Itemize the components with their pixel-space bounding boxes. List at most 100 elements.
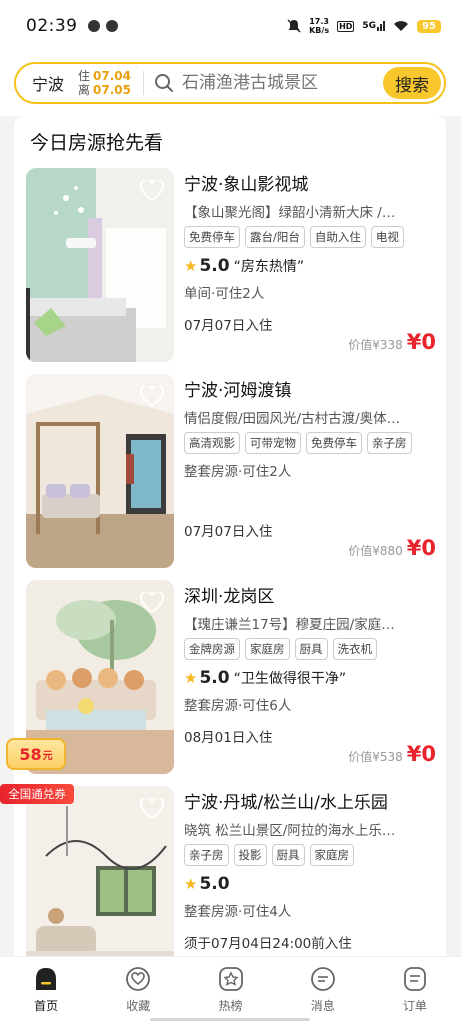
listing-tag: 高清观影 — [184, 432, 240, 454]
listing-title: 宁波·象山影视城 — [184, 175, 309, 195]
listing-photo[interactable] — [26, 168, 174, 362]
status-notification-icons — [87, 20, 118, 32]
coupon-badge[interactable]: 58 元 — [6, 738, 66, 770]
current-price: ¥0 — [406, 742, 436, 766]
tab-hot-list[interactable]: 热榜 — [184, 957, 276, 1024]
listing-info: 深圳·龙岗区 【瑰庄谦兰17号】穆夏庄园/家庭… 金牌房源 家庭房 厨具 洗衣机… — [184, 580, 436, 774]
listing-type: 整套房源·可住4人 — [184, 904, 292, 920]
listing-rating: ★ 5.0 — [184, 874, 436, 894]
rating-score: 5.0 — [199, 256, 230, 276]
rating-score: 5.0 — [199, 874, 230, 894]
home-icon — [36, 968, 57, 990]
checkin-date: 07.04 — [93, 69, 131, 83]
listing-title: 宁波·丹城/松兰山/水上乐园 — [184, 793, 388, 813]
listing-price: 价值¥538 ¥0 — [348, 742, 436, 766]
home-indicator[interactable] — [150, 1018, 310, 1021]
listing-info: 宁波·象山影视城 【象山聚光阁】绿韶小清新大床 /… 免费停车 露台/阳台 自助… — [184, 168, 436, 362]
listing-tag: 免费停车 — [306, 432, 362, 454]
star-icon: ★ — [184, 669, 198, 687]
tab-messages[interactable]: 消息 — [277, 957, 369, 1024]
current-price: ¥0 — [406, 536, 436, 560]
search-bar: 宁波 住07.04 离07.05 搜索 — [14, 62, 446, 104]
favorite-heart-icon[interactable] — [140, 592, 164, 614]
star-icon: ★ — [184, 875, 198, 893]
listing-tag: 金牌房源 — [184, 638, 240, 660]
listing-info: 宁波·丹城/松兰山/水上乐园 晓筑 松兰山景区/阿拉的海水上乐… 亲子房 投影 … — [184, 786, 436, 956]
coupon-unit: 元 — [42, 750, 53, 762]
tab-label: 收藏 — [126, 999, 151, 1013]
listing-tag: 亲子房 — [184, 844, 229, 866]
checkin-date: 07月07日入住 — [184, 318, 273, 334]
coupon-label[interactable]: 全国通兑券 — [0, 784, 74, 804]
listing-tag: 厨具 — [271, 844, 305, 866]
date-selector[interactable]: 住 07.04 离 07.05 — [78, 69, 131, 97]
search-button[interactable]: 搜索 — [383, 67, 441, 99]
chat-notification-icon — [105, 20, 118, 32]
search-divider — [143, 71, 144, 95]
listing-photo[interactable] — [26, 786, 174, 956]
tab-label: 消息 — [310, 999, 335, 1013]
favorite-heart-icon[interactable] — [140, 180, 164, 202]
battery-indicator: 95 — [417, 19, 441, 33]
city-selector[interactable]: 宁波 — [32, 71, 64, 95]
mute-icon — [287, 19, 301, 33]
listing-tag: 厨具 — [294, 638, 328, 660]
listing-card[interactable]: 宁波·丹城/松兰山/水上乐园 晓筑 松兰山景区/阿拉的海水上乐… 亲子房 投影 … — [26, 786, 436, 956]
signal-5g-icon: 5G — [362, 21, 386, 31]
listing-info: 宁波·河姆渡镇 情侣度假/田园风光/古村古渡/奥体… 高清观影 可带宠物 免费停… — [184, 374, 436, 568]
current-price: ¥0 — [406, 330, 436, 354]
app-notification-icon — [87, 20, 100, 32]
listing-desc: 情侣度假/田园风光/古村古渡/奥体… — [184, 411, 401, 427]
listing-desc: 【瑰庄谦兰17号】穆夏庄园/家庭… — [184, 617, 395, 633]
review-snippet: “卫生做得很干净” — [233, 671, 347, 687]
listing-tags: 免费停车 露台/阳台 自助入住 电视 — [184, 226, 436, 248]
listing-tags: 亲子房 投影 厨具 家庭房 — [184, 844, 436, 866]
listing-tags: 高清观影 可带宠物 免费停车 亲子房 — [184, 432, 436, 454]
listing-photo[interactable] — [26, 374, 174, 568]
listing-tag: 电视 — [370, 226, 404, 248]
tab-label: 首页 — [34, 999, 59, 1013]
star-icon: ★ — [184, 257, 198, 275]
listing-tag: 自助入住 — [309, 226, 366, 248]
original-price: 价值¥538 — [348, 750, 403, 764]
search-input[interactable] — [182, 73, 372, 93]
favorite-heart-icon[interactable] — [140, 798, 164, 820]
listing-title: 宁波·河姆渡镇 — [184, 381, 292, 401]
listing-card[interactable]: 宁波·河姆渡镇 情侣度假/田园风光/古村古渡/奥体… 高清观影 可带宠物 免费停… — [26, 374, 436, 570]
order-icon — [404, 967, 426, 991]
tab-label: 热榜 — [218, 999, 243, 1013]
listing-tag: 露台/阳台 — [245, 226, 305, 248]
listing-feed: 今日房源抢先看 宁波·象山影视城 【象山聚光阁】绿韶小清新大床 /… 免费停车 … — [14, 116, 446, 956]
listing-title: 深圳·龙岗区 — [184, 587, 275, 607]
listing-card[interactable]: 深圳·龙岗区 【瑰庄谦兰17号】穆夏庄园/家庭… 金牌房源 家庭房 厨具 洗衣机… — [26, 580, 436, 776]
listing-price: 价值¥338 ¥0 — [348, 330, 436, 354]
status-time: 02:39 — [26, 16, 78, 36]
coupon-amount: 58 — [19, 744, 42, 764]
checkin-label: 住 — [78, 69, 91, 83]
section-title: 今日房源抢先看 — [30, 132, 164, 154]
tab-orders[interactable]: 订单 — [369, 957, 461, 1024]
listing-tag: 投影 — [233, 844, 267, 866]
original-price: 价值¥880 — [348, 544, 403, 558]
search-header: 宁波 住07.04 离07.05 搜索 — [0, 52, 461, 116]
review-snippet: “房东热情” — [233, 259, 305, 275]
checkout-date: 07.05 — [93, 83, 131, 97]
listing-tag: 家庭房 — [309, 844, 354, 866]
checkin-date: 08月01日入住 — [184, 730, 273, 746]
rating-score: 5.0 — [199, 668, 230, 688]
listing-tag: 家庭房 — [245, 638, 290, 660]
hd-badge: HD — [337, 20, 355, 32]
listing-rating: ★ 5.0 “卫生做得很干净” — [184, 668, 436, 688]
listing-desc: 晓筑 松兰山景区/阿拉的海水上乐… — [184, 823, 396, 839]
listing-card[interactable]: 宁波·象山影视城 【象山聚光阁】绿韶小清新大床 /… 免费停车 露台/阳台 自助… — [26, 168, 436, 364]
heart-icon — [126, 967, 151, 991]
hot-list-icon — [218, 967, 243, 991]
listing-tag: 免费停车 — [184, 226, 240, 248]
listing-price: 价值¥880 ¥0 — [348, 536, 436, 560]
tab-favorites[interactable]: 收藏 — [92, 957, 184, 1024]
status-bar: 02:39 17.3 KB/s HD 5G 95 — [0, 0, 461, 52]
listing-tag: 洗衣机 — [332, 638, 377, 660]
tab-home[interactable]: 首页 — [0, 957, 92, 1024]
tab-label: 订单 — [402, 999, 427, 1013]
favorite-heart-icon[interactable] — [140, 386, 164, 408]
